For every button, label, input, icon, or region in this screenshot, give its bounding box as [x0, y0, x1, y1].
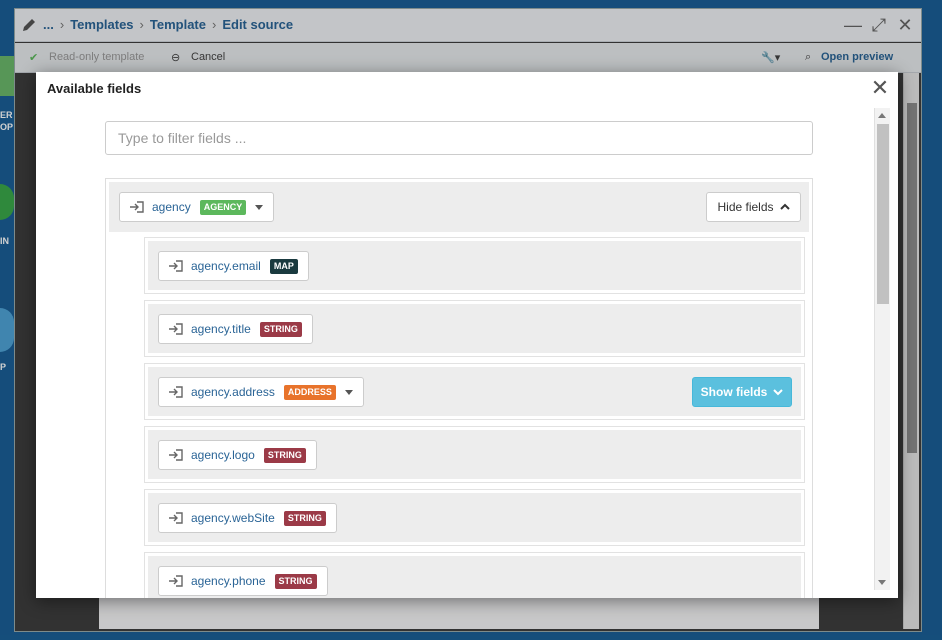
field-type-badge: STRING [274, 573, 317, 589]
field-button[interactable]: agency.phone STRING [158, 566, 328, 596]
dialog-scrollbar[interactable] [874, 108, 890, 590]
field-button[interactable]: agency.title STRING [158, 314, 313, 344]
field-name: agency.logo [191, 448, 255, 462]
field-row: agency.title STRING [144, 300, 805, 357]
show-fields-label: Show fields [700, 385, 768, 399]
chevron-down-icon[interactable] [344, 389, 353, 395]
field-row: agency.phone STRING [144, 552, 805, 598]
show-fields-button[interactable]: Show fields [692, 377, 792, 407]
insert-field-icon [169, 323, 183, 335]
field-name: agency.phone [191, 574, 266, 588]
field-type-badge: MAP [269, 258, 298, 274]
field-type-badge: AGENCY [199, 199, 247, 215]
insert-field-icon [130, 201, 144, 213]
field-type-badge: STRING [283, 510, 326, 526]
insert-field-icon [169, 575, 183, 587]
field-name: agency.email [191, 259, 261, 273]
insert-field-icon [169, 386, 183, 398]
field-name: agency.title [191, 322, 251, 336]
field-button[interactable]: agency.logo STRING [158, 440, 317, 470]
scroll-up-icon[interactable] [878, 113, 886, 118]
root-field-button[interactable]: agency AGENCY [119, 192, 275, 222]
field-button[interactable]: agency.address ADDRESS [158, 377, 364, 407]
field-name: agency [152, 200, 191, 214]
insert-field-icon [169, 260, 183, 272]
hide-fields-label: Hide fields [717, 200, 774, 214]
field-type-badge: STRING [263, 447, 306, 463]
chevron-down-icon[interactable] [255, 204, 264, 210]
field-row: agency.address ADDRESS Show fields [144, 363, 805, 420]
field-name: agency.webSite [191, 511, 275, 525]
field-button[interactable]: agency.webSite STRING [158, 503, 337, 533]
insert-field-icon [169, 449, 183, 461]
filter-fields-input[interactable] [105, 121, 813, 155]
chevron-up-icon [779, 203, 790, 210]
dialog-title: Available fields [47, 81, 142, 96]
close-icon[interactable]: ✕ [870, 77, 890, 99]
field-type-badge: STRING [259, 321, 302, 337]
field-button[interactable]: agency.email MAP [158, 251, 309, 281]
field-type-badge: ADDRESS [283, 384, 336, 400]
insert-field-icon [169, 512, 183, 524]
field-name: agency.address [191, 385, 275, 399]
field-row: agency.logo STRING [144, 426, 805, 483]
chevron-down-icon [773, 389, 784, 396]
dialog-scrollbar-thumb[interactable] [877, 124, 889, 304]
field-row: agency.email MAP [144, 237, 805, 294]
scroll-down-icon[interactable] [878, 580, 886, 585]
root-field-row: agency AGENCY Hide fields [109, 182, 809, 232]
hide-fields-button[interactable]: Hide fields [706, 192, 801, 222]
available-fields-dialog: Available fields ✕ agency AGENCY Hide fi… [36, 72, 898, 598]
field-tree: agency AGENCY Hide fields agency.email M… [105, 178, 813, 598]
field-row: agency.webSite STRING [144, 489, 805, 546]
